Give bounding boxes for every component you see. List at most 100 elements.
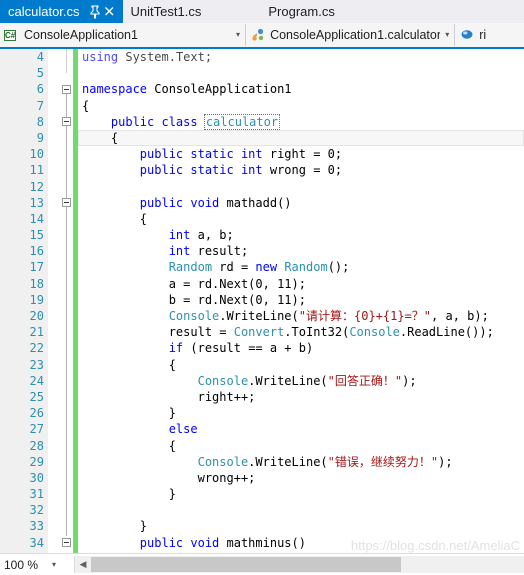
fold-toggle-class[interactable] xyxy=(62,117,71,126)
code-token: Text xyxy=(175,50,205,64)
code-line[interactable]: 4 using System.Text; xyxy=(0,49,524,65)
code-line[interactable]: 33 } xyxy=(0,518,524,534)
line-content[interactable]: { xyxy=(82,357,176,373)
line-content[interactable]: { xyxy=(82,130,118,146)
code-token: Convert xyxy=(233,325,285,340)
code-line[interactable]: 27 else xyxy=(0,421,524,437)
code-token: } xyxy=(82,487,176,502)
code-line[interactable]: 14 { xyxy=(0,211,524,227)
code-token: ; xyxy=(204,50,213,64)
line-content[interactable]: public static int right = 0; xyxy=(82,146,342,162)
horizontal-scrollbar[interactable]: ◀ xyxy=(74,556,524,573)
code-line[interactable]: 20 Console.WriteLine("请计算：{0}+{1}=？", a,… xyxy=(0,308,524,324)
line-content[interactable]: { xyxy=(82,438,176,454)
project-dropdown[interactable]: C# ConsoleApplication1 ▾ xyxy=(0,24,247,46)
chevron-down-icon[interactable]: ▾ xyxy=(52,560,56,569)
code-line[interactable]: 28 { xyxy=(0,438,524,454)
zoom-control[interactable]: 100 % ▾ xyxy=(0,554,74,575)
line-content[interactable]: } xyxy=(82,405,176,421)
tab-unittest1-cs[interactable]: UnitTest1.cs xyxy=(123,0,215,23)
code-token: .WriteLine( xyxy=(219,309,299,323)
code-line[interactable]: 29 Console.WriteLine("错误，继续努力！"); xyxy=(0,454,524,470)
code-line[interactable]: 10 public static int right = 0; xyxy=(0,146,524,162)
code-line[interactable]: 19 b = rd.Next(0, 11); xyxy=(0,292,524,308)
pin-icon[interactable] xyxy=(88,4,101,19)
code-line[interactable]: 6 namespace ConsoleApplication1 xyxy=(0,81,524,97)
code-token: "请计算：{0}+{1}=？" xyxy=(298,309,432,323)
code-line[interactable]: 34 public void mathminus() xyxy=(0,535,524,551)
close-icon[interactable] xyxy=(103,4,116,19)
tab-program-cs[interactable]: Program.cs xyxy=(260,0,347,23)
fold-toggle-namespace[interactable] xyxy=(62,84,71,94)
code-line[interactable]: 8 public class calculator xyxy=(0,113,524,130)
tab-strip: calculator.cs UnitTest1.cs Program.cs xyxy=(0,0,524,24)
chevron-down-icon[interactable]: ▾ xyxy=(440,24,454,46)
code-editor[interactable]: 4 using System.Text; 5 6 namespace ConsoleAp… xyxy=(0,49,524,554)
code-line[interactable]: 30 wrong++; xyxy=(0,470,524,486)
code-token: public static int xyxy=(82,147,270,162)
code-line[interactable]: 26 } xyxy=(0,405,524,421)
line-content[interactable]: using System.Text; xyxy=(82,49,212,65)
code-line[interactable]: 21 result = Convert.ToInt32(Console.Read… xyxy=(0,324,524,340)
line-content[interactable]: namespace ConsoleApplication1 xyxy=(82,81,292,97)
code-line[interactable]: 7{ xyxy=(0,98,524,114)
line-content[interactable]: { xyxy=(82,98,89,114)
code-token: } xyxy=(82,406,176,421)
code-token: .ReadLine()); xyxy=(399,325,494,340)
line-content[interactable]: } xyxy=(82,518,147,534)
code-line[interactable]: 31 } xyxy=(0,486,524,502)
code-line[interactable]: 16 int result; xyxy=(0,243,524,259)
line-content[interactable]: { xyxy=(82,211,147,227)
scroll-left-arrow-icon[interactable]: ◀ xyxy=(75,559,91,570)
line-content[interactable]: else xyxy=(82,421,198,437)
code-line[interactable]: 17 Random rd = new Random(); xyxy=(0,259,524,275)
code-line[interactable]: 12 xyxy=(0,179,524,195)
code-line[interactable]: 22 if (result == a + b) xyxy=(0,340,524,356)
line-content[interactable]: result = Convert.ToInt32(Console.ReadLin… xyxy=(82,324,494,340)
line-number: 20 xyxy=(29,309,44,323)
line-content[interactable]: Random rd = new Random(); xyxy=(82,259,350,275)
tab-calculator-cs[interactable]: calculator.cs xyxy=(0,0,123,23)
line-content[interactable]: right++; xyxy=(82,389,256,405)
tab-label: UnitTest1.cs xyxy=(130,4,202,19)
line-content[interactable]: public class calculator xyxy=(82,113,281,130)
code-line[interactable]: 9 { xyxy=(0,129,524,147)
line-content[interactable]: int result; xyxy=(82,243,248,259)
chevron-down-icon[interactable]: ▾ xyxy=(231,24,245,46)
code-line[interactable]: 32 xyxy=(0,502,524,518)
line-content[interactable]: public void mathadd() xyxy=(82,195,292,211)
line-content[interactable]: int a, b; xyxy=(82,227,234,243)
code-line[interactable]: 11 public static int wrong = 0; xyxy=(0,162,524,178)
code-line[interactable]: 5 xyxy=(0,65,524,81)
member-dropdown[interactable]: ri xyxy=(455,24,524,46)
line-content[interactable]: a = rd.Next(0, 11); xyxy=(82,276,306,292)
fold-toggle-mathadd[interactable] xyxy=(62,198,71,207)
line-content[interactable]: Console.WriteLine("回答正确！"); xyxy=(82,373,417,389)
member-dropdown-value: ri xyxy=(479,28,487,42)
code-token: { xyxy=(82,130,119,145)
code-line[interactable]: 13 public void mathadd() xyxy=(0,195,524,211)
type-dropdown-value: ConsoleApplication1.calculator xyxy=(270,28,441,42)
type-dropdown[interactable]: ConsoleApplication1.calculator ▾ xyxy=(246,24,456,46)
scrollbar-thumb[interactable] xyxy=(91,557,401,572)
code-lines[interactable]: 4 using System.Text; 5 6 namespace ConsoleAp… xyxy=(0,49,524,554)
line-content[interactable]: Console.WriteLine("请计算：{0}+{1}=？", a, b)… xyxy=(82,308,489,324)
code-line[interactable]: 25 right++; xyxy=(0,389,524,405)
code-token: mathminus() xyxy=(226,535,306,550)
code-token: right = 0; xyxy=(269,147,343,162)
fold-toggle-mathminus[interactable] xyxy=(62,538,71,547)
line-content[interactable]: Console.WriteLine("错误，继续努力！"); xyxy=(82,454,453,470)
line-content[interactable]: wrong++; xyxy=(82,470,256,486)
line-number: 23 xyxy=(29,357,44,372)
rename-identifier-box[interactable]: calculator xyxy=(203,113,281,130)
code-line[interactable]: 23 { xyxy=(0,357,524,373)
line-content[interactable]: public static int wrong = 0; xyxy=(82,162,342,178)
line-content[interactable]: } xyxy=(82,486,176,502)
line-content[interactable]: public void mathminus() xyxy=(82,535,306,551)
code-token: a = rd.Next(0, 11); xyxy=(82,276,306,291)
line-content[interactable]: if (result == a + b) xyxy=(82,340,314,356)
code-line[interactable]: 18 a = rd.Next(0, 11); xyxy=(0,276,524,292)
code-line[interactable]: 24 Console.WriteLine("回答正确！"); xyxy=(0,373,524,389)
code-line[interactable]: 15 int a, b; xyxy=(0,227,524,243)
line-content[interactable]: b = rd.Next(0, 11); xyxy=(82,292,306,308)
